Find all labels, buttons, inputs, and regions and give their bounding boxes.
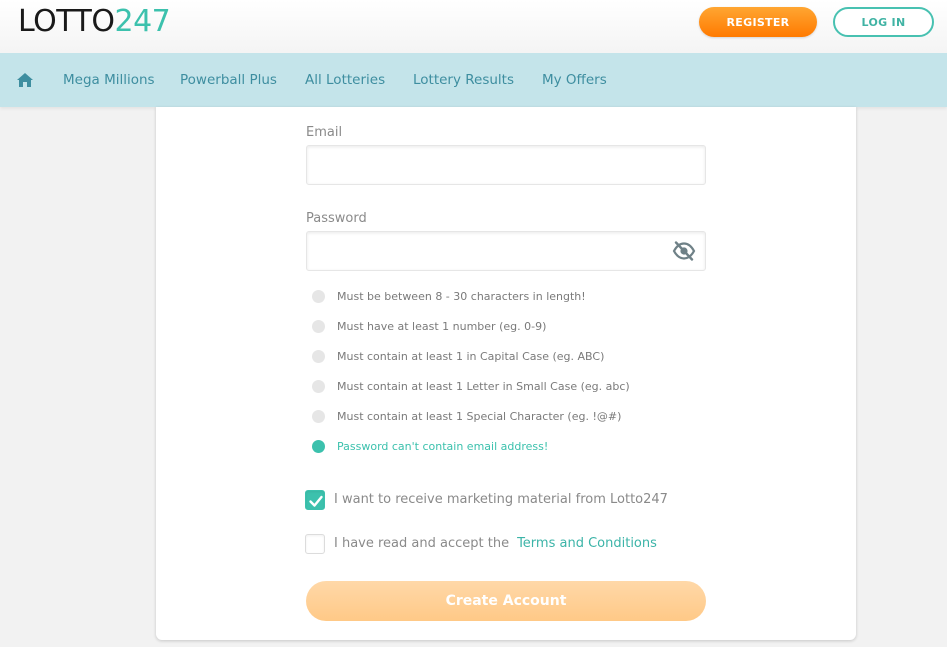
logo-accent-text: 247 [114,4,171,39]
nav-item-lottery-results[interactable]: Lottery Results [413,71,514,89]
rule-status-dot [312,320,325,333]
terms-link[interactable]: Terms and Conditions [517,536,657,551]
password-field[interactable] [306,231,706,271]
register-button[interactable]: REGISTER [699,7,817,37]
rule-text: Must contain at least 1 Letter in Small … [337,380,630,393]
marketing-label: I want to receive marketing material fro… [334,492,668,507]
terms-label-wrapper: I have read and accept the Terms and Cond… [334,535,657,553]
password-label: Password [306,211,367,226]
email-field[interactable] [306,145,706,185]
rule-status-dot [312,350,325,363]
rule-status-dot [312,410,325,423]
create-account-button[interactable]: Create Account [306,581,706,621]
checkmark-icon [309,495,323,507]
rule-text: Must contain at least 1 in Capital Case … [337,350,605,363]
top-header: LOTTO247 REGISTER LOG IN [0,0,947,53]
rule-status-dot [312,290,325,303]
rule-text: Password can't contain email address! [337,440,549,453]
registration-card: Email Password Must be between 8 - 30 ch… [156,107,856,640]
rule-status-dot [312,380,325,393]
main-nav: Mega Millions Powerball Plus All Lotteri… [0,53,947,107]
rule-text: Must be between 8 - 30 characters in len… [337,290,586,303]
home-icon[interactable] [16,72,34,88]
email-label: Email [306,125,343,140]
nav-item-all-lotteries[interactable]: All Lotteries [305,71,385,89]
eye-slash-icon[interactable] [672,241,696,261]
rule-text: Must have at least 1 number (eg. 0-9) [337,320,547,333]
terms-label: I have read and accept the [334,536,510,551]
marketing-checkbox[interactable] [305,490,325,510]
lotto247-logo[interactable]: LOTTO247 [18,4,171,40]
terms-checkbox[interactable] [305,534,325,554]
nav-item-mega-millions[interactable]: Mega Millions [63,71,155,89]
rule-status-dot [312,440,325,453]
logo-text: LOTTO [18,4,115,39]
nav-item-powerball-plus[interactable]: Powerball Plus [180,71,277,89]
nav-item-my-offers[interactable]: My Offers [542,71,607,89]
rule-text: Must contain at least 1 Special Characte… [337,410,622,423]
login-button[interactable]: LOG IN [833,7,934,37]
